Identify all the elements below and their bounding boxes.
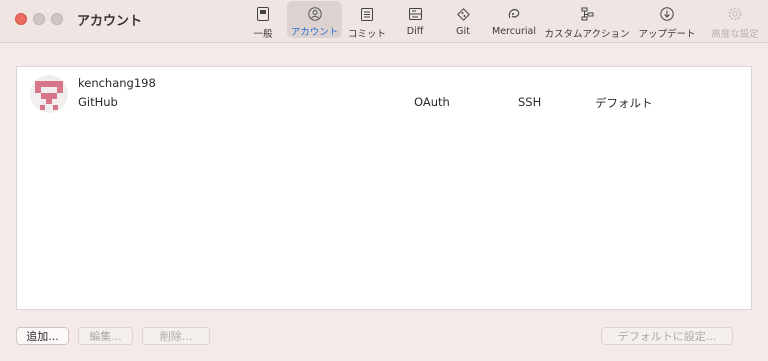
tab-general[interactable]: 一般	[249, 0, 277, 40]
tab-commit-label: コミット	[347, 29, 386, 40]
general-icon	[255, 6, 271, 22]
account-protocol: SSH	[518, 95, 542, 109]
tab-commit[interactable]: コミット	[347, 0, 387, 40]
tab-general-label: 一般	[253, 29, 273, 40]
set-default-button[interactable]: デフォルトに設定...	[601, 327, 733, 345]
account-row[interactable]: kenchang198 GitHub OAuth SSH デフォルト	[17, 67, 751, 119]
update-icon	[659, 6, 675, 22]
mercurial-icon	[506, 6, 522, 22]
tab-diff-label: Diff	[406, 26, 424, 37]
close-window-button[interactable]	[15, 13, 27, 25]
tab-git-label: Git	[456, 26, 470, 37]
commit-icon	[359, 6, 375, 22]
account-username: kenchang198	[78, 76, 156, 90]
git-icon	[455, 6, 471, 22]
account-default-status: デフォルト	[595, 96, 653, 110]
account-icon	[307, 6, 323, 21]
tab-update[interactable]: アップデート	[638, 0, 696, 40]
accounts-list[interactable]: kenchang198 GitHub OAuth SSH デフォルト	[16, 66, 752, 310]
tab-git[interactable]: Git	[450, 0, 476, 40]
tab-diff[interactable]: Diff	[402, 0, 428, 40]
tab-advanced[interactable]: 高度な設定	[711, 0, 759, 40]
tab-mercurial[interactable]: Mercurial	[490, 0, 538, 40]
minimize-window-button[interactable]	[33, 13, 45, 25]
tab-mercurial-label: Mercurial	[492, 26, 536, 37]
tab-accounts-label: アカウント	[290, 27, 339, 38]
tab-custom-actions-label: カスタムアクション	[544, 29, 630, 40]
zoom-window-button[interactable]	[51, 13, 63, 25]
account-auth-type: OAuth	[414, 95, 450, 109]
tab-custom-actions[interactable]: カスタムアクション	[544, 0, 630, 40]
edit-button[interactable]: 編集...	[78, 327, 133, 345]
custom-actions-icon	[579, 6, 595, 22]
add-button[interactable]: 追加...	[16, 327, 69, 345]
delete-button[interactable]: 削除...	[142, 327, 210, 345]
tab-update-label: アップデート	[638, 29, 696, 40]
diff-icon	[407, 6, 423, 22]
window-title: アカウント	[77, 14, 143, 29]
advanced-gear-icon	[727, 6, 743, 22]
tab-accounts[interactable]: アカウント	[287, 1, 342, 38]
title-bar: アカウント 一般 アカウント コミット Diff Git Mercurial カ…	[0, 0, 768, 43]
account-service: GitHub	[78, 95, 118, 109]
avatar	[30, 75, 68, 113]
tab-advanced-label: 高度な設定	[711, 29, 759, 40]
